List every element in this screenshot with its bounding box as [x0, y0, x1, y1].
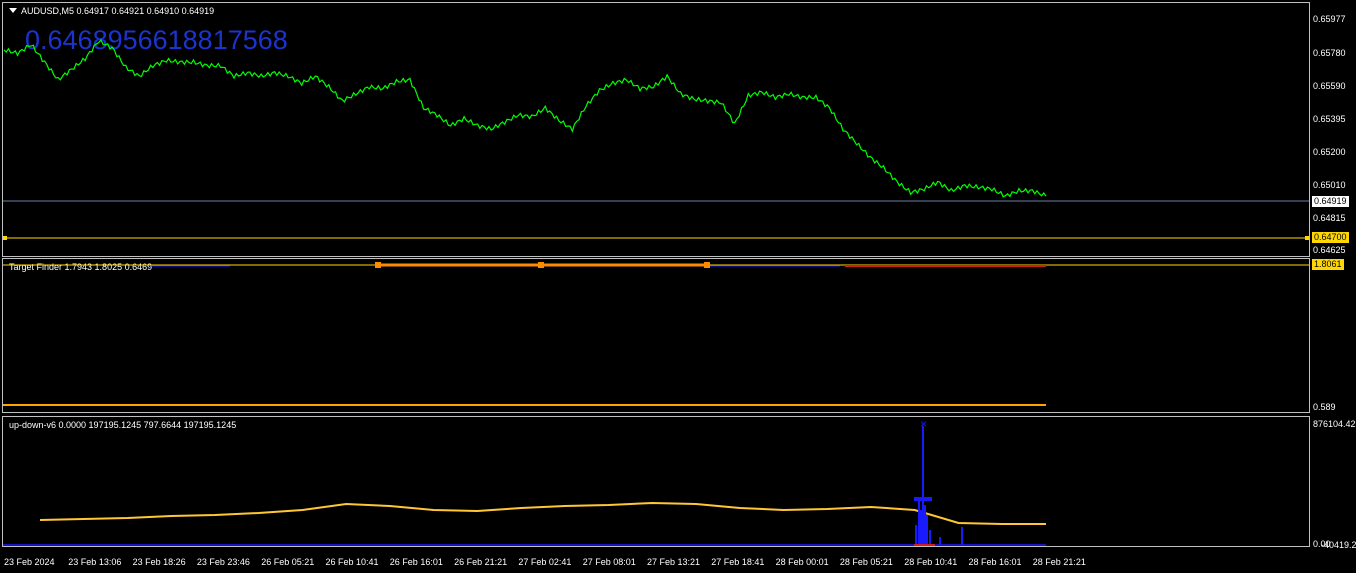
time-label: 28 Feb 00:01	[775, 557, 829, 567]
time-label: 28 Feb 05:21	[839, 557, 893, 567]
level-price-label: 0.64700	[1312, 232, 1349, 243]
price-tick: 0.64815	[1313, 213, 1346, 223]
time-label: 23 Feb 2024	[4, 557, 55, 567]
current-price-label: 0.64919	[1312, 196, 1349, 207]
up-down-yellow-line	[39, 501, 1046, 525]
time-label: 26 Feb 16:01	[389, 557, 443, 567]
time-label: 27 Feb 08:01	[582, 557, 636, 567]
level-handle-left	[3, 236, 7, 240]
up-down-tick: -40419.25	[1321, 540, 1356, 550]
price-tick: 0.65780	[1313, 48, 1346, 58]
time-label: 26 Feb 05:21	[261, 557, 315, 567]
time-label: 23 Feb 23:46	[196, 557, 250, 567]
price-series-line	[3, 38, 1047, 198]
target-finder-marker	[704, 262, 710, 268]
time-label: 23 Feb 13:06	[68, 557, 122, 567]
time-label: 28 Feb 10:41	[904, 557, 958, 567]
price-tick: 0.65395	[1313, 114, 1346, 124]
time-label: 26 Feb 10:41	[325, 557, 379, 567]
time-label: 28 Feb 21:21	[1032, 557, 1086, 567]
level-handle-right	[1305, 236, 1309, 240]
time-label: 27 Feb 02:41	[518, 557, 572, 567]
price-tick: 0.65200	[1313, 147, 1346, 157]
time-label: 28 Feb 16:01	[968, 557, 1022, 567]
price-tick: 0.65010	[1313, 180, 1346, 190]
price-tick: 0.64625	[1313, 245, 1346, 255]
target-finder-marker	[375, 262, 381, 268]
up-down-tick: 876104.42	[1313, 419, 1356, 429]
spike-x-marker: ×	[920, 417, 927, 431]
price-tick: 0.65977	[1313, 14, 1346, 24]
time-label: 27 Feb 13:21	[647, 557, 701, 567]
target-finder-marker	[538, 262, 544, 268]
target-finder-top-value: 1.8061	[1312, 259, 1344, 270]
price-tick: 0.65590	[1313, 81, 1346, 91]
chart-canvas: ×	[3, 38, 1309, 546]
time-label: 23 Feb 18:26	[132, 557, 186, 567]
time-label: 27 Feb 18:41	[711, 557, 765, 567]
target-finder-bottom-value: 0.589	[1313, 402, 1336, 412]
time-label: 26 Feb 21:21	[454, 557, 508, 567]
